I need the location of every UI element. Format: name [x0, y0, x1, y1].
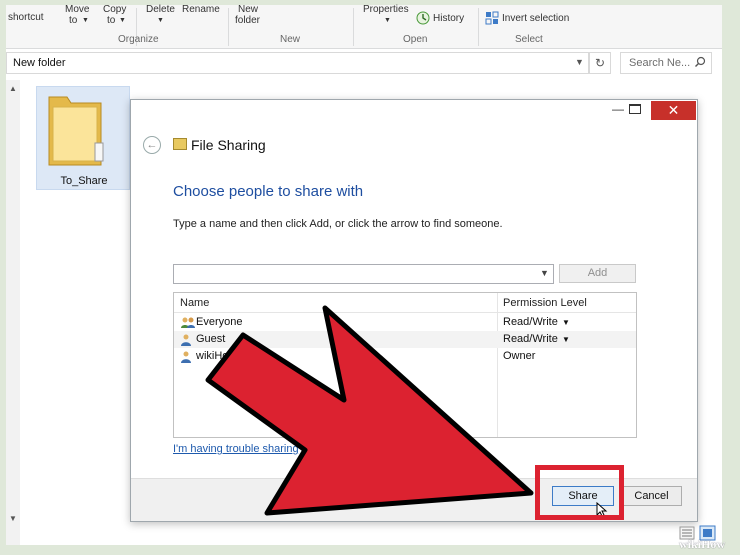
list-item[interactable]: Everyone Read/Write ▼ — [174, 314, 636, 331]
address-bar[interactable]: New folder ▼ — [6, 52, 589, 74]
minimize-button[interactable]: — — [608, 102, 628, 120]
entry-name: wikiHow — [196, 350, 237, 362]
add-button[interactable]: Add — [559, 264, 636, 283]
file-sharing-dialog: — ✕ ← File Sharing Choose people to shar… — [130, 99, 698, 522]
entry-name: Everyone — [196, 316, 243, 328]
back-button[interactable]: ← — [143, 136, 161, 154]
properties-dropdown-icon[interactable]: ▼ — [384, 17, 391, 25]
people-name-combobox[interactable]: ▼ — [173, 264, 554, 284]
copy-to-sub-label: to — [107, 15, 116, 26]
entry-permission[interactable]: Read/Write — [503, 333, 558, 345]
back-arrow-icon: ← — [146, 139, 158, 151]
list-item[interactable]: Guest Read/Write ▼ — [174, 331, 636, 348]
folder-name: To_Share — [60, 175, 108, 187]
refresh-icon: ↻ — [594, 56, 606, 70]
trouble-sharing-link[interactable]: I'm having trouble sharing — [173, 443, 299, 455]
delete-button[interactable]: Delete — [146, 5, 175, 15]
new-folder-button[interactable]: New — [238, 5, 258, 15]
invert-selection-icon — [485, 11, 499, 28]
explorer-ribbon: shortcut Move to ▼ Copy to ▼ Delete ▼ Re… — [6, 5, 722, 49]
ribbon-group-open: Open — [403, 34, 428, 45]
sharing-list: Name Permission Level Everyone Read/Writ… — [173, 292, 637, 438]
user-icon — [181, 334, 191, 346]
scroll-down-icon[interactable]: ▼ — [9, 514, 17, 523]
group-user-icon — [181, 317, 195, 328]
history-icon — [416, 11, 430, 28]
move-to-button[interactable]: Move — [65, 5, 89, 15]
entry-permission[interactable]: Read/Write — [503, 316, 558, 328]
address-path: New folder — [13, 57, 66, 69]
wikihow-watermark: wikiHow — [679, 537, 726, 551]
copy-to-button[interactable]: Copy — [103, 5, 126, 15]
entry-permission: Owner — [503, 350, 536, 362]
close-icon: ✕ — [667, 102, 680, 118]
move-to-dropdown-icon[interactable]: ▼ — [82, 17, 89, 25]
history-button[interactable]: History — [433, 14, 464, 24]
scroll-up-icon[interactable]: ▲ — [9, 84, 17, 93]
chevron-down-icon[interactable]: ▼ — [540, 268, 549, 278]
ribbon-group-organize: Organize — [118, 34, 159, 45]
column-header-permission[interactable]: Permission Level — [503, 297, 587, 309]
ribbon-separator — [353, 8, 354, 46]
ribbon-separator — [228, 8, 229, 46]
file-sharing-icon — [173, 138, 187, 150]
search-input[interactable]: Search Ne... — [620, 52, 712, 74]
ribbon-group-new: New — [280, 34, 301, 45]
move-to-sub-label: to — [69, 15, 78, 26]
user-icon — [181, 351, 191, 363]
copy-to-dropdown-icon[interactable]: ▼ — [119, 17, 126, 25]
rename-button[interactable]: Rename — [182, 5, 220, 15]
dialog-heading: Choose people to share with — [173, 183, 364, 200]
dialog-title: File Sharing — [191, 137, 266, 153]
screen-frame-bottom — [0, 545, 740, 555]
cancel-button[interactable]: Cancel — [621, 486, 682, 506]
delete-dropdown-icon[interactable]: ▼ — [157, 17, 164, 25]
permission-dropdown-icon[interactable]: ▼ — [562, 335, 570, 344]
ribbon-group-select: Select — [515, 34, 543, 45]
screen-frame-right — [722, 0, 740, 555]
folder-icon — [45, 93, 105, 172]
dialog-instruction: Type a name and then click Add, or click… — [173, 218, 503, 230]
maximize-button[interactable] — [629, 104, 641, 114]
close-button[interactable]: ✕ — [651, 101, 696, 120]
search-icon — [694, 56, 706, 71]
refresh-button[interactable]: ↻ — [589, 52, 611, 74]
new-folder-sub-label: folder — [235, 15, 261, 26]
shortcut-button[interactable]: shortcut — [8, 13, 44, 23]
properties-button[interactable]: Properties — [363, 5, 409, 15]
list-item[interactable]: wikiHow Owner — [174, 348, 636, 365]
share-highlight-box — [535, 465, 624, 520]
address-history-chevron-icon[interactable]: ▼ — [575, 57, 584, 67]
search-placeholder: Search Ne... — [629, 57, 691, 69]
invert-selection-button[interactable]: Invert selection — [502, 14, 569, 24]
column-header-name[interactable]: Name — [180, 297, 209, 309]
folder-item-to-share[interactable]: To_Share — [36, 86, 130, 190]
entry-name: Guest — [196, 333, 226, 345]
ribbon-separator — [478, 8, 479, 46]
list-header: Name Permission Level — [174, 293, 636, 313]
nav-pane-scrollbar[interactable]: ▲ ▼ — [6, 80, 20, 545]
permission-dropdown-icon[interactable]: ▼ — [562, 318, 570, 327]
